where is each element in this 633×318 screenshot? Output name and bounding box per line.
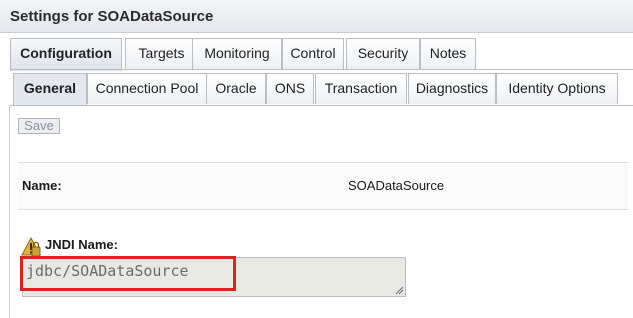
tab-label: Monitoring <box>204 45 270 61</box>
tab-transaction[interactable]: Transaction <box>315 73 407 104</box>
tab-oracle[interactable]: Oracle <box>206 73 266 104</box>
name-label: Name: <box>22 178 62 193</box>
tab-monitoring[interactable]: Monitoring <box>192 38 282 69</box>
page-title: Settings for SOADataSource <box>10 8 214 25</box>
tab-diagnostics[interactable]: Diagnostics <box>408 73 496 104</box>
tab-label: ONS <box>274 80 306 96</box>
row-divider <box>18 209 628 210</box>
tab-bar-divider <box>10 69 633 70</box>
tab-security[interactable]: Security <box>346 38 420 69</box>
title-bar: Settings for SOADataSource <box>0 0 633 33</box>
tab-label: General <box>23 80 77 96</box>
tab-notes[interactable]: Notes <box>420 38 476 69</box>
tab-general[interactable]: General <box>13 73 87 106</box>
resize-grip-icon[interactable] <box>395 286 404 295</box>
tab-label: Security <box>357 45 409 61</box>
tab-label: Configuration <box>20 45 112 61</box>
tab-label: Targets <box>138 45 185 61</box>
tab-label: Diagnostics <box>415 80 489 96</box>
tab-label: Oracle <box>215 80 257 96</box>
tab-label: Control <box>290 45 336 61</box>
tab-control[interactable]: Control <box>282 38 344 69</box>
jndi-name-label: JNDI Name: <box>45 237 118 252</box>
tab-configuration[interactable]: Configuration <box>10 38 122 71</box>
warning-icon <box>21 237 41 257</box>
tab-label: Notes <box>429 45 467 61</box>
highlight-annotation <box>20 256 236 291</box>
save-button[interactable]: Save <box>18 118 60 134</box>
tab-targets[interactable]: Targets <box>125 38 198 69</box>
name-value: SOADataSource <box>348 178 445 193</box>
tab-label: Connection Pool <box>95 80 199 96</box>
tab-label: Transaction <box>324 80 398 96</box>
tab-ons[interactable]: ONS <box>266 73 314 104</box>
tab-label: Identity Options <box>508 80 606 96</box>
name-row <box>18 163 628 209</box>
tab-connection-pool[interactable]: Connection Pool <box>87 73 207 104</box>
tab-identity-options[interactable]: Identity Options <box>496 73 618 104</box>
